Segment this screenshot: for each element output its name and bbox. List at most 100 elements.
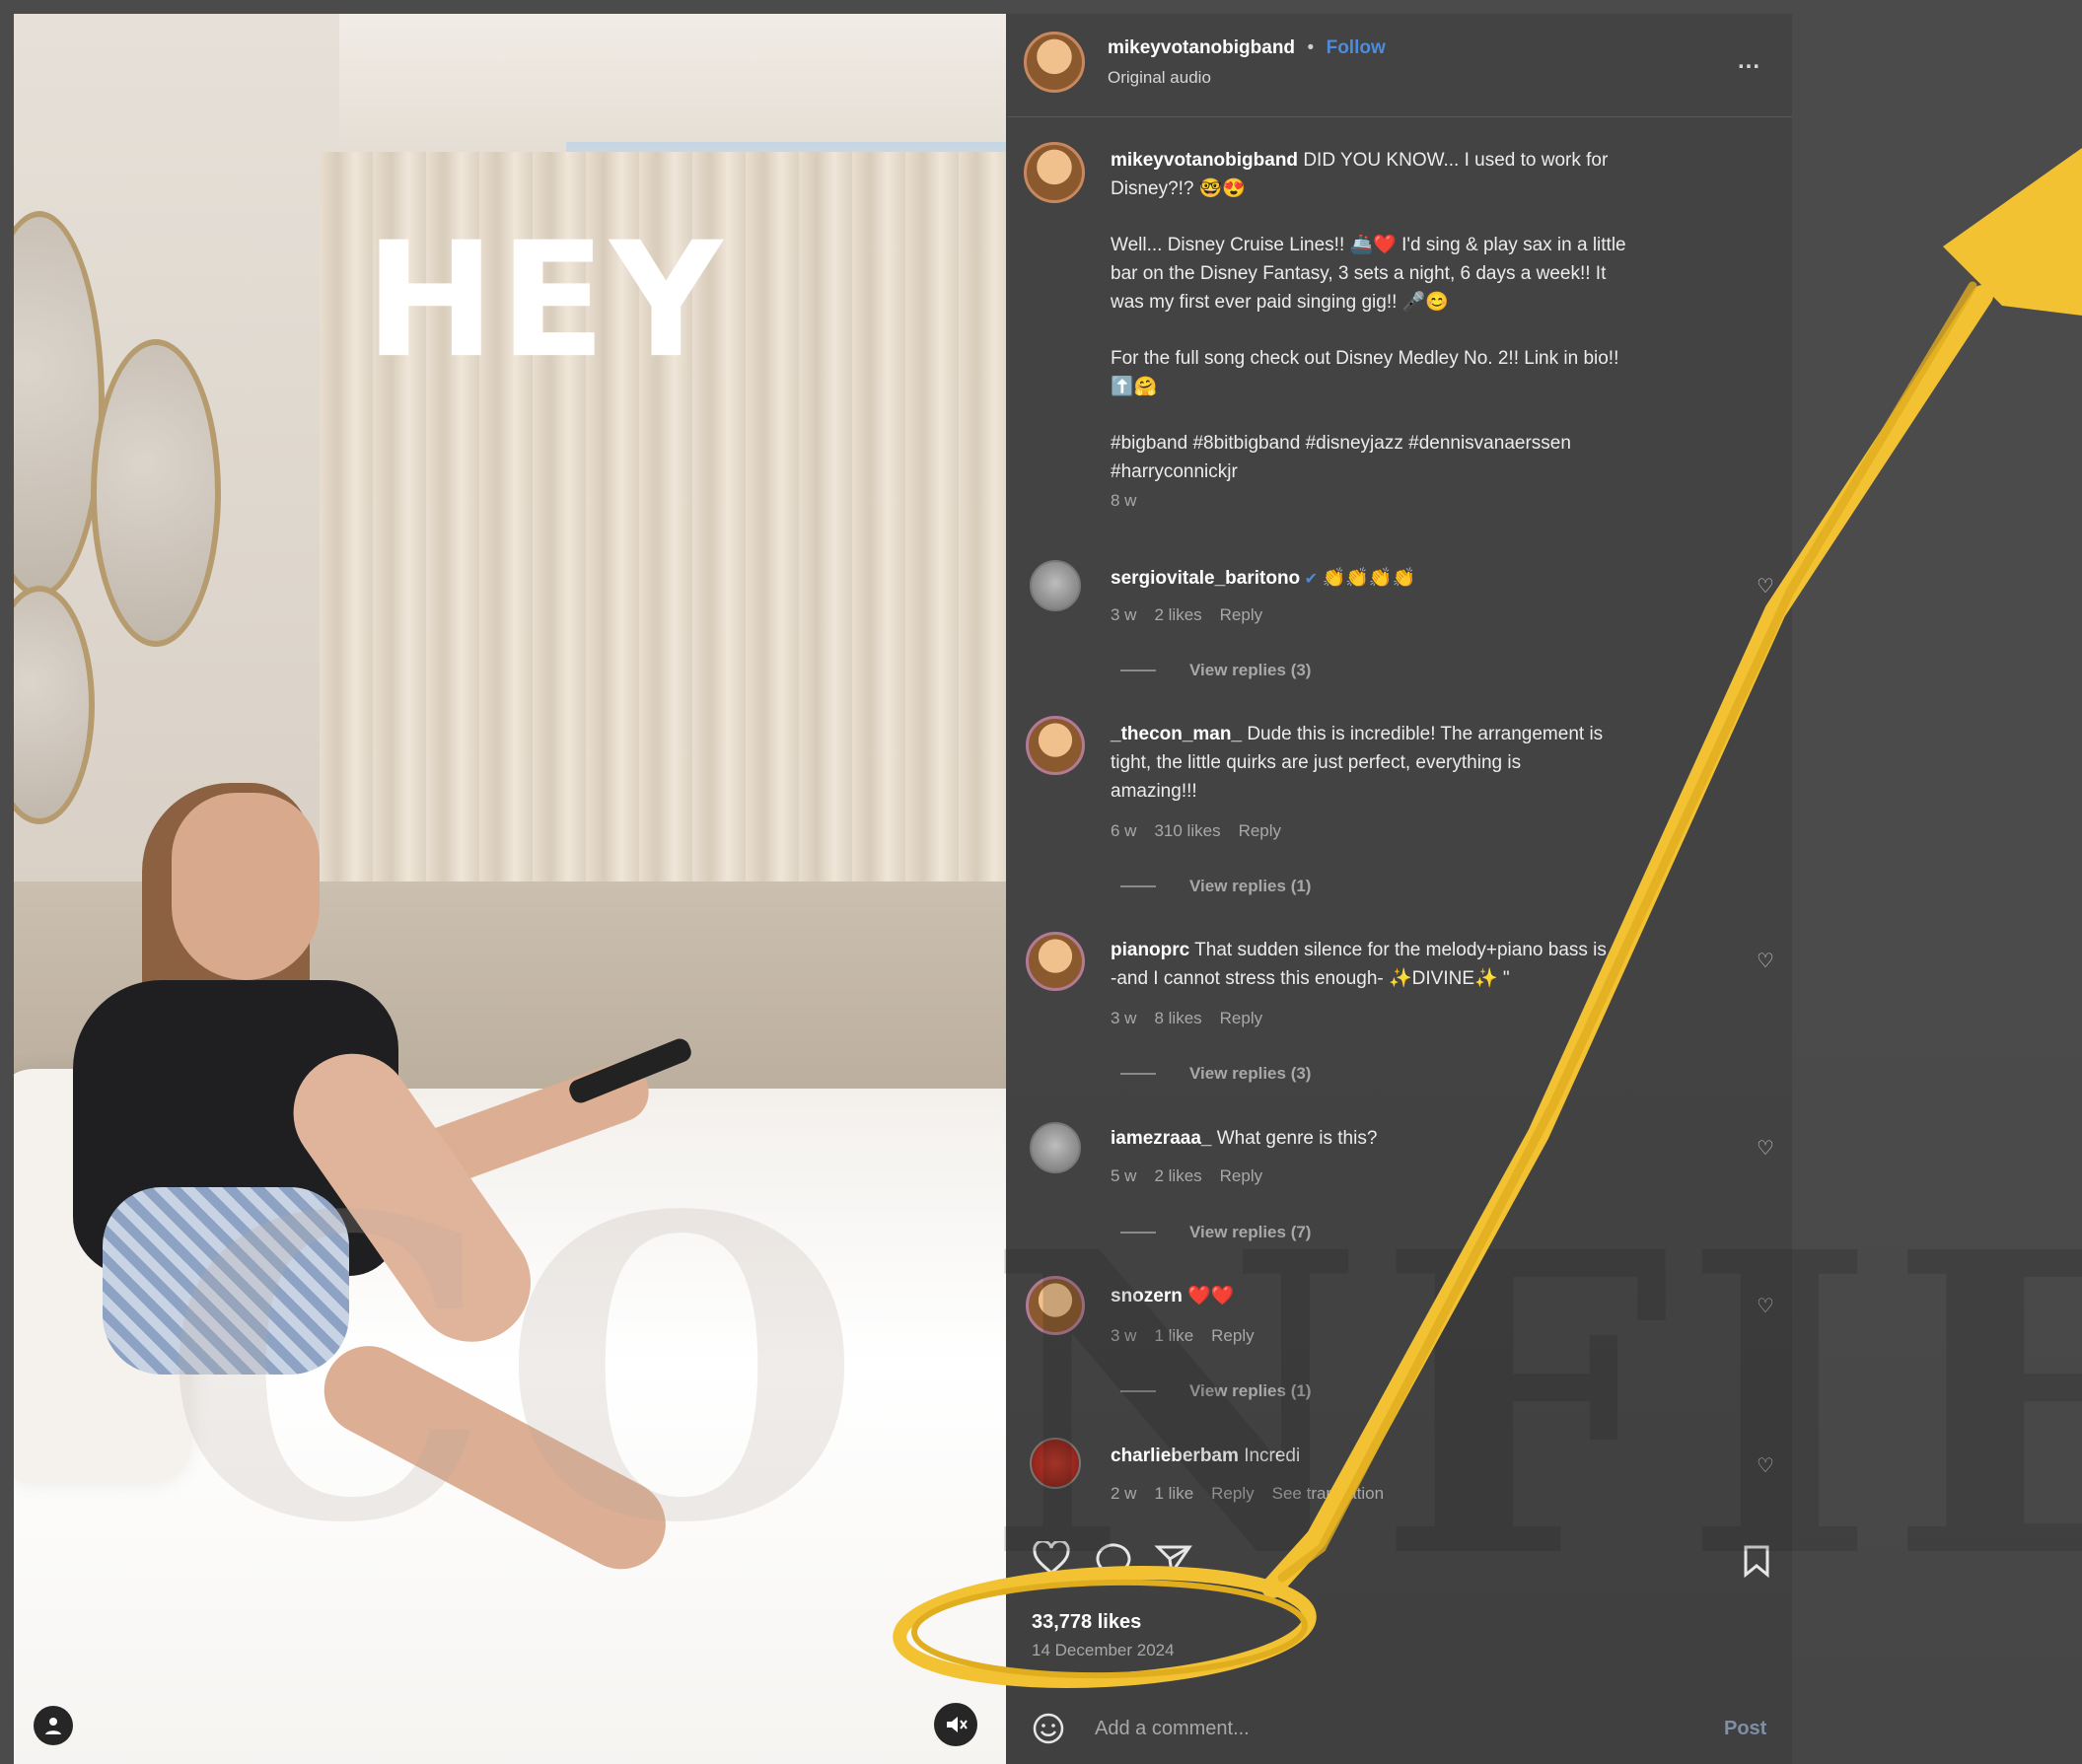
comment-icon[interactable] — [1093, 1541, 1132, 1582]
caption: mikeyvotanobigband DID YOU KNOW... I use… — [1111, 146, 1761, 515]
reply-button[interactable]: Reply — [1211, 1326, 1254, 1345]
comment-text: Dude this is incredible! The arrangement… — [1247, 724, 1604, 744]
comment-meta: 6 w 310 likes Reply — [1111, 821, 1299, 841]
see-translation-link[interactable]: See translation — [1272, 1484, 1384, 1503]
post-button[interactable]: Post — [1724, 1718, 1766, 1740]
view-replies-label: View replies (1) — [1189, 1381, 1312, 1400]
header-divider — [1008, 116, 1792, 117]
caption-text: For the full song check out Disney Medle… — [1111, 348, 1619, 369]
share-icon[interactable] — [1154, 1541, 1193, 1582]
comment-text: Incredi — [1244, 1446, 1301, 1466]
comment-meta: 3 w 2 likes Reply — [1111, 605, 1280, 625]
view-replies-button[interactable]: View replies (1) — [1120, 1381, 1311, 1401]
audio-label[interactable]: Original audio — [1108, 68, 1211, 88]
screenshot-stage: HEY CO mikeyvotanobigband • Follow Origi… — [0, 0, 2082, 1764]
heart-icon[interactable]: ♡ — [1757, 1294, 1774, 1318]
comment-time: 2 w — [1111, 1484, 1137, 1503]
comment-likes[interactable]: 2 likes — [1154, 1166, 1201, 1185]
comment: sergiovitale_baritono ✔ 👏👏👏👏 — [1111, 564, 1415, 593]
author-avatar[interactable] — [1024, 32, 1085, 93]
comment-likes[interactable]: 2 likes — [1154, 605, 1201, 624]
commenter-avatar[interactable] — [1030, 1122, 1081, 1173]
comment-time: 6 w — [1111, 821, 1137, 840]
person-icon[interactable] — [34, 1706, 73, 1745]
comment-likes[interactable]: 310 likes — [1154, 821, 1220, 840]
post-header: mikeyvotanobigband • Follow — [1108, 37, 1386, 59]
reply-button[interactable]: Reply — [1239, 821, 1281, 840]
comment: snozern ❤️❤️ — [1111, 1282, 1234, 1310]
reply-button[interactable]: Reply — [1220, 1009, 1262, 1027]
comment-username[interactable]: snozern — [1111, 1286, 1183, 1306]
comment-text: tight, the little quirks are just perfec… — [1111, 752, 1522, 773]
caption-time: 8 w — [1111, 491, 1137, 510]
commenter-avatar[interactable] — [1030, 560, 1081, 611]
author-username[interactable]: mikeyvotanobigband — [1108, 37, 1295, 58]
post-date: 14 December 2024 — [1032, 1641, 1175, 1659]
caption-username[interactable]: mikeyvotanobigband — [1111, 150, 1298, 171]
muted-speaker-icon[interactable] — [934, 1703, 977, 1746]
hashtags[interactable]: #harryconnickjr — [1111, 458, 1761, 486]
comment-meta: 3 w 1 like Reply — [1111, 1326, 1272, 1346]
comment-input[interactable]: Add a comment... — [1095, 1718, 1250, 1740]
comment: charlieberbam Incredi — [1111, 1442, 1300, 1470]
view-replies-button[interactable]: View replies (3) — [1120, 1064, 1311, 1084]
view-replies-button[interactable]: View replies (7) — [1120, 1223, 1311, 1242]
likes-count[interactable]: 33,778 likes — [1032, 1611, 1141, 1634]
heart-icon[interactable]: ♡ — [1757, 949, 1774, 973]
comment-text: That sudden silence for the melody+piano… — [1194, 940, 1607, 960]
comment-likes[interactable]: 1 like — [1154, 1484, 1193, 1503]
ellipsis-icon[interactable]: ... — [1738, 47, 1760, 75]
follow-button[interactable]: Follow — [1327, 37, 1386, 58]
view-replies-label: View replies (7) — [1189, 1223, 1312, 1241]
commenter-avatar[interactable] — [1026, 932, 1085, 991]
divider-line — [1120, 1073, 1156, 1075]
comment-time: 3 w — [1111, 1326, 1137, 1345]
commenter-avatar[interactable] — [1030, 1438, 1081, 1489]
reply-button[interactable]: Reply — [1211, 1484, 1254, 1503]
comment-likes[interactable]: 8 likes — [1154, 1009, 1201, 1027]
comment-text: ❤️❤️ — [1187, 1286, 1235, 1306]
comment-username[interactable]: charlieberbam — [1111, 1446, 1239, 1466]
commenter-avatar[interactable] — [1026, 1276, 1085, 1335]
comment-meta: 3 w 8 likes Reply — [1111, 1009, 1280, 1028]
divider-line — [1120, 1390, 1156, 1392]
heart-icon[interactable]: ♡ — [1757, 1136, 1774, 1161]
comment: pianoprc That sudden silence for the mel… — [1111, 936, 1742, 993]
commenter-avatar[interactable] — [1026, 716, 1085, 775]
comment-username[interactable]: pianoprc — [1111, 940, 1189, 960]
caption-text: ⬆️🤗 — [1111, 377, 1158, 397]
comment-text: amazing!!! — [1111, 781, 1197, 802]
comment-username[interactable]: sergiovitale_baritono — [1111, 568, 1300, 589]
divider-line — [1120, 885, 1156, 887]
hashtags[interactable]: #bigband #8bitbigband #disneyjazz #denni… — [1111, 429, 1761, 458]
comment-meta: 2 w 1 like Reply See translation — [1111, 1484, 1401, 1504]
caption-text: Disney?!? 🤓😍 — [1111, 178, 1247, 199]
view-replies-label: View replies (3) — [1189, 1064, 1312, 1083]
heart-icon[interactable] — [1032, 1539, 1071, 1582]
heart-icon[interactable]: ♡ — [1757, 1453, 1774, 1478]
comment-username[interactable]: _thecon_man_ — [1111, 724, 1242, 744]
caption-text: DID YOU KNOW... I used to work for — [1303, 150, 1609, 171]
comment-likes[interactable]: 1 like — [1154, 1326, 1193, 1345]
view-replies-label: View replies (3) — [1189, 661, 1312, 679]
reply-button[interactable]: Reply — [1220, 605, 1262, 624]
mirror — [91, 339, 221, 647]
author-avatar[interactable] — [1024, 142, 1085, 203]
view-replies-button[interactable]: View replies (3) — [1120, 661, 1311, 680]
emoji-icon[interactable] — [1032, 1712, 1065, 1750]
view-replies-button[interactable]: View replies (1) — [1120, 877, 1311, 896]
comment-username[interactable]: iamezraaa_ — [1111, 1128, 1211, 1149]
highlight-arrow-head — [1943, 148, 2082, 316]
comment-time: 3 w — [1111, 605, 1137, 624]
bookmark-icon[interactable] — [1742, 1544, 1771, 1583]
heart-icon[interactable]: ♡ — [1757, 574, 1774, 599]
comment-text: 👏👏👏👏 — [1322, 568, 1416, 589]
comment-meta: 5 w 2 likes Reply — [1111, 1166, 1280, 1186]
reel-video[interactable]: HEY CO — [14, 14, 1006, 1764]
reply-button[interactable]: Reply — [1220, 1166, 1262, 1185]
person-shorts — [103, 1187, 349, 1375]
verified-icon: ✔ — [1304, 571, 1319, 588]
caption-text: was my first ever paid singing gig!! 🎤😊 — [1111, 292, 1449, 313]
caption-text: bar on the Disney Fantasy, 3 sets a nigh… — [1111, 263, 1607, 284]
divider-line — [1120, 670, 1156, 671]
